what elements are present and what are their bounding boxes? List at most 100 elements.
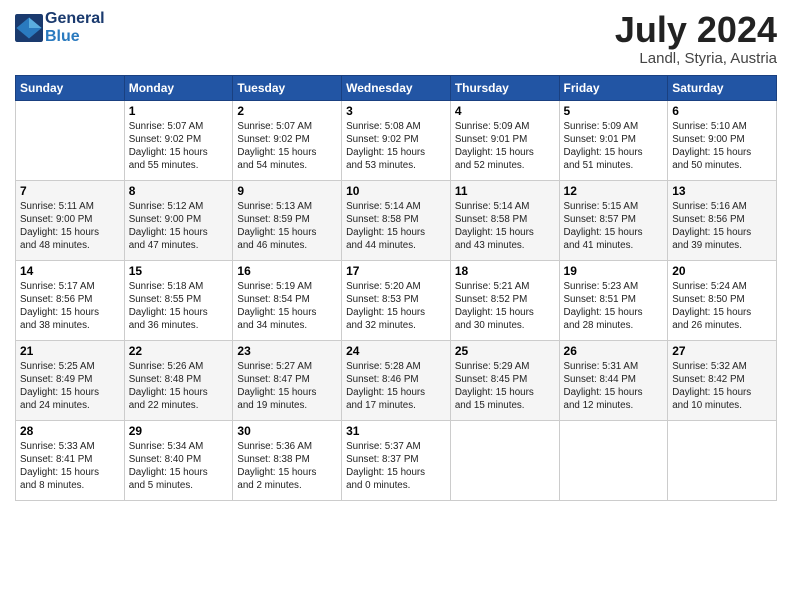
day-info: Sunrise: 5:31 AMSunset: 8:44 PMDaylight:… [564, 360, 664, 413]
calendar-cell: 19 Sunrise: 5:23 AMSunset: 8:51 PMDayligh… [559, 260, 668, 340]
calendar-cell [16, 100, 125, 180]
calendar-cell: 10Sunrise: 5:14 AMSunset: 8:58 PMDayligh… [342, 180, 451, 260]
day-number: 5 [564, 104, 664, 118]
day-info: Sunrise: 5:08 AMSunset: 9:02 PMDaylight:… [346, 120, 446, 173]
day-info: Sunrise: 5:36 AMSunset: 8:38 PMDaylight:… [237, 440, 337, 493]
calendar-week-row: 21 Sunrise: 5:25 AMSunset: 8:49 PMDayligh… [16, 340, 777, 420]
day-info: Sunrise: 5:20 AMSunset: 8:53 PMDaylight:… [346, 280, 446, 333]
day-number: 27 [672, 344, 772, 358]
calendar-cell: 3Sunrise: 5:08 AMSunset: 9:02 PMDaylight… [342, 100, 451, 180]
day-number: 15 [129, 264, 229, 278]
calendar-cell: 23 Sunrise: 5:27 AMSunset: 8:47 PMDayligh… [233, 340, 342, 420]
calendar-cell: 21 Sunrise: 5:25 AMSunset: 8:49 PMDayligh… [16, 340, 125, 420]
day-info: Sunrise: 5:11 AMSunset: 9:00 PMDaylight:… [20, 200, 120, 253]
calendar-week-row: 28 Sunrise: 5:33 AMSunset: 8:41 PMDayligh… [16, 420, 777, 500]
day-number: 30 [237, 424, 337, 438]
logo-icon [15, 14, 43, 42]
weekday-header: Wednesday [342, 75, 451, 100]
calendar-header-row: SundayMondayTuesdayWednesdayThursdayFrid… [16, 75, 777, 100]
calendar-cell: 14 Sunrise: 5:17 AMSunset: 8:56 PMDayligh… [16, 260, 125, 340]
day-number: 23 [237, 344, 337, 358]
day-info: Sunrise: 5:16 AMSunset: 8:56 PMDaylight:… [672, 200, 772, 253]
calendar-cell: 12 Sunrise: 5:15 AMSunset: 8:57 PMDayligh… [559, 180, 668, 260]
day-info: Sunrise: 5:34 AMSunset: 8:40 PMDaylight:… [129, 440, 229, 493]
weekday-header: Tuesday [233, 75, 342, 100]
day-info: Sunrise: 5:27 AMSunset: 8:47 PMDaylight:… [237, 360, 337, 413]
day-number: 21 [20, 344, 120, 358]
header: General Blue July 2024 Landl, Styria, Au… [15, 10, 777, 67]
day-info: Sunrise: 5:24 AMSunset: 8:50 PMDaylight:… [672, 280, 772, 333]
calendar-cell [450, 420, 559, 500]
day-info: Sunrise: 5:15 AMSunset: 8:57 PMDaylight:… [564, 200, 664, 253]
calendar-cell: 6 Sunrise: 5:10 AMSunset: 9:00 PMDaylight… [668, 100, 777, 180]
day-number: 29 [129, 424, 229, 438]
calendar-week-row: 1Sunrise: 5:07 AMSunset: 9:02 PMDaylight… [16, 100, 777, 180]
calendar-cell: 5 Sunrise: 5:09 AMSunset: 9:01 PMDaylight… [559, 100, 668, 180]
calendar-week-row: 7 Sunrise: 5:11 AMSunset: 9:00 PMDaylight… [16, 180, 777, 260]
day-info: Sunrise: 5:10 AMSunset: 9:00 PMDaylight:… [672, 120, 772, 173]
day-info: Sunrise: 5:14 AMSunset: 8:58 PMDaylight:… [346, 200, 446, 253]
day-number: 28 [20, 424, 120, 438]
day-info: Sunrise: 5:09 AMSunset: 9:01 PMDaylight:… [564, 120, 664, 173]
day-number: 11 [455, 184, 555, 198]
day-number: 26 [564, 344, 664, 358]
calendar-cell: 31Sunrise: 5:37 AMSunset: 8:37 PMDayligh… [342, 420, 451, 500]
weekday-header: Friday [559, 75, 668, 100]
day-info: Sunrise: 5:12 AMSunset: 9:00 PMDaylight:… [129, 200, 229, 253]
calendar-cell: 25 Sunrise: 5:29 AMSunset: 8:45 PMDayligh… [450, 340, 559, 420]
day-number: 18 [455, 264, 555, 278]
day-number: 9 [237, 184, 337, 198]
day-info: Sunrise: 5:26 AMSunset: 8:48 PMDaylight:… [129, 360, 229, 413]
day-number: 25 [455, 344, 555, 358]
calendar-cell: 29 Sunrise: 5:34 AMSunset: 8:40 PMDayligh… [124, 420, 233, 500]
calendar-cell: 27 Sunrise: 5:32 AMSunset: 8:42 PMDayligh… [668, 340, 777, 420]
calendar-cell: 1Sunrise: 5:07 AMSunset: 9:02 PMDaylight… [124, 100, 233, 180]
day-info: Sunrise: 5:17 AMSunset: 8:56 PMDaylight:… [20, 280, 120, 333]
calendar-cell [559, 420, 668, 500]
calendar-cell: 4 Sunrise: 5:09 AMSunset: 9:01 PMDaylight… [450, 100, 559, 180]
day-info: Sunrise: 5:13 AMSunset: 8:59 PMDaylight:… [237, 200, 337, 253]
day-info: Sunrise: 5:21 AMSunset: 8:52 PMDaylight:… [455, 280, 555, 333]
logo: General Blue [15, 10, 105, 45]
day-info: Sunrise: 5:14 AMSunset: 8:58 PMDaylight:… [455, 200, 555, 253]
day-number: 14 [20, 264, 120, 278]
calendar-cell: 7 Sunrise: 5:11 AMSunset: 9:00 PMDaylight… [16, 180, 125, 260]
calendar-cell: 2 Sunrise: 5:07 AMSunset: 9:02 PMDaylight… [233, 100, 342, 180]
day-number: 16 [237, 264, 337, 278]
calendar-cell: 30 Sunrise: 5:36 AMSunset: 8:38 PMDayligh… [233, 420, 342, 500]
day-info: Sunrise: 5:25 AMSunset: 8:49 PMDaylight:… [20, 360, 120, 413]
day-number: 7 [20, 184, 120, 198]
calendar-cell: 16Sunrise: 5:19 AMSunset: 8:54 PMDayligh… [233, 260, 342, 340]
day-number: 24 [346, 344, 446, 358]
day-info: Sunrise: 5:28 AMSunset: 8:46 PMDaylight:… [346, 360, 446, 413]
day-info: Sunrise: 5:07 AMSunset: 9:02 PMDaylight:… [129, 120, 229, 173]
day-number: 4 [455, 104, 555, 118]
day-info: Sunrise: 5:09 AMSunset: 9:01 PMDaylight:… [455, 120, 555, 173]
day-info: Sunrise: 5:29 AMSunset: 8:45 PMDaylight:… [455, 360, 555, 413]
day-number: 6 [672, 104, 772, 118]
day-info: Sunrise: 5:32 AMSunset: 8:42 PMDaylight:… [672, 360, 772, 413]
day-number: 19 [564, 264, 664, 278]
calendar-cell: 24 Sunrise: 5:28 AMSunset: 8:46 PMDayligh… [342, 340, 451, 420]
calendar-cell: 22Sunrise: 5:26 AMSunset: 8:48 PMDayligh… [124, 340, 233, 420]
page: General Blue July 2024 Landl, Styria, Au… [0, 0, 792, 612]
weekday-header: Saturday [668, 75, 777, 100]
day-number: 12 [564, 184, 664, 198]
day-info: Sunrise: 5:23 AMSunset: 8:51 PMDaylight:… [564, 280, 664, 333]
calendar-week-row: 14 Sunrise: 5:17 AMSunset: 8:56 PMDayligh… [16, 260, 777, 340]
day-number: 31 [346, 424, 446, 438]
calendar-cell: 20 Sunrise: 5:24 AMSunset: 8:50 PMDayligh… [668, 260, 777, 340]
location-title: Landl, Styria, Austria [615, 50, 777, 67]
day-number: 13 [672, 184, 772, 198]
weekday-header: Sunday [16, 75, 125, 100]
day-number: 20 [672, 264, 772, 278]
calendar-cell: 8Sunrise: 5:12 AMSunset: 9:00 PMDaylight… [124, 180, 233, 260]
day-number: 2 [237, 104, 337, 118]
calendar-cell: 13 Sunrise: 5:16 AMSunset: 8:56 PMDayligh… [668, 180, 777, 260]
title-block: July 2024 Landl, Styria, Austria [615, 10, 777, 67]
day-info: Sunrise: 5:33 AMSunset: 8:41 PMDaylight:… [20, 440, 120, 493]
weekday-header: Monday [124, 75, 233, 100]
day-info: Sunrise: 5:07 AMSunset: 9:02 PMDaylight:… [237, 120, 337, 173]
calendar-cell: 9 Sunrise: 5:13 AMSunset: 8:59 PMDaylight… [233, 180, 342, 260]
weekday-header: Thursday [450, 75, 559, 100]
